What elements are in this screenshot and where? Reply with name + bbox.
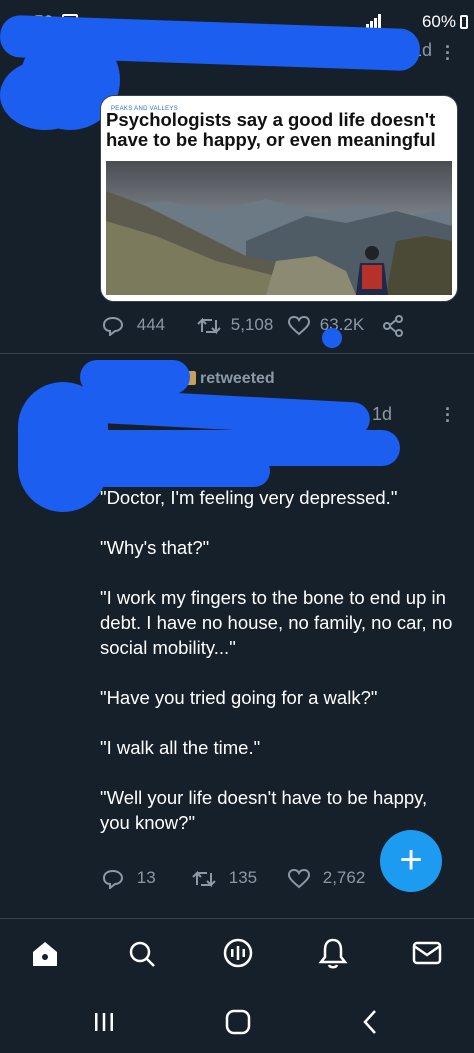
bottom-tab-bar [0, 918, 474, 993]
retweet-count: 135 [228, 868, 258, 887]
signal-icon [366, 14, 381, 28]
battery-level: 60% [421, 12, 456, 31]
home-nav-icon[interactable] [224, 1008, 252, 1036]
like-count: 2,762 [322, 868, 366, 887]
redaction-dot [322, 328, 342, 348]
retweet-button[interactable]: 135 [192, 868, 257, 889]
retweet-icon [197, 317, 221, 334]
recent-apps-icon[interactable] [92, 1010, 116, 1034]
tweet-timestamp: 1d [372, 404, 393, 424]
share-button[interactable] [382, 315, 404, 337]
home-icon[interactable] [30, 939, 60, 969]
like-icon [288, 315, 310, 335]
retweet-indicator: retweeted [180, 370, 275, 388]
retweet-count: 5,108 [230, 315, 274, 334]
redaction-scribble [90, 455, 270, 487]
reply-icon [102, 869, 124, 889]
redaction-scribble [0, 60, 90, 130]
link-preview-card[interactable]: PEAKS AND VALLEYS Psychologists say a go… [100, 95, 458, 302]
search-icon[interactable] [127, 939, 157, 969]
retweet-icon [192, 870, 216, 887]
share-icon [383, 315, 403, 337]
messages-icon[interactable] [412, 941, 442, 965]
battery-icon [460, 15, 468, 29]
reply-count: 13 [136, 868, 156, 887]
like-button[interactable]: 2,762 [288, 868, 365, 889]
card-image-mountains [106, 161, 452, 295]
spaces-icon[interactable] [222, 937, 254, 969]
tweet-1-actions: 444 5,108 63.2K [102, 315, 462, 339]
more-options-icon[interactable]: · · · [444, 400, 452, 430]
reply-button[interactable]: 444 [102, 315, 165, 336]
system-navigation-bar [0, 992, 474, 1053]
reply-icon [102, 316, 124, 336]
reply-count: 444 [136, 315, 166, 334]
card-headline: Psychologists say a good life doesn't ha… [106, 109, 436, 150]
notifications-icon[interactable] [318, 937, 348, 969]
back-icon[interactable] [360, 1008, 380, 1036]
retweet-button[interactable]: 5,108 [197, 315, 273, 336]
tweet-body-text: "Doctor, I'm feeling very depressed." "W… [100, 487, 453, 833]
compose-tweet-button[interactable]: + [380, 830, 442, 892]
like-icon [288, 868, 310, 888]
retweeted-label: retweeted [200, 370, 275, 387]
more-options-icon[interactable]: · · · [444, 38, 452, 68]
reply-button[interactable]: 13 [102, 868, 156, 889]
